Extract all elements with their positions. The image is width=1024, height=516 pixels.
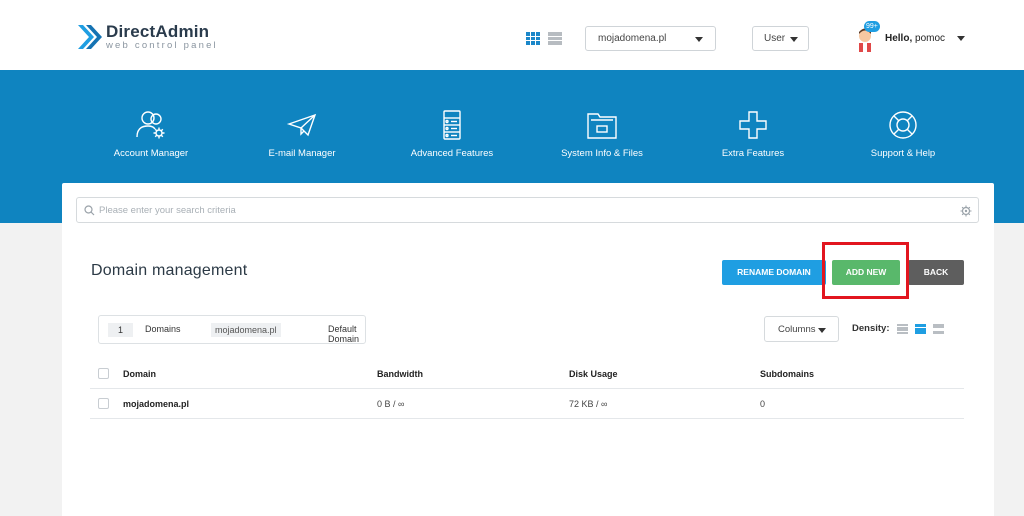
chevron-down-icon: [695, 37, 703, 42]
domain-summary: 1 Domains mojadomena.pl Default Domain: [98, 315, 366, 344]
row-checkbox[interactable]: [98, 398, 109, 409]
domains-table: Domain Bandwidth Disk Usage Subdomains m…: [90, 359, 964, 419]
notification-badge[interactable]: 99+: [864, 21, 880, 32]
back-button[interactable]: BACK: [908, 260, 964, 285]
username: pomoc: [915, 32, 946, 44]
chevron-down-icon: [957, 36, 966, 41]
domain-select-value: mojadomena.pl: [598, 33, 667, 44]
nav-account-manager[interactable]: Account Manager: [76, 110, 226, 159]
logo[interactable]: DirectAdmin web control panel: [76, 22, 218, 52]
density-options: [897, 324, 944, 334]
main-card: Please enter your search criteria Domain…: [62, 183, 994, 516]
nav-label: Account Manager: [113, 148, 189, 159]
highlight-box: [822, 242, 909, 299]
subdomains-value: 0: [760, 399, 766, 409]
domain-link[interactable]: mojadomena.pl: [123, 399, 189, 409]
search-input[interactable]: Please enter your search criteria: [76, 197, 979, 223]
view-switcher: [526, 32, 562, 45]
column-header-domain[interactable]: Domain: [123, 369, 156, 379]
domain-select[interactable]: mojadomena.pl: [585, 26, 716, 51]
nav-extra-features[interactable]: Extra Features: [678, 110, 828, 159]
columns-dropdown[interactable]: Columns: [764, 316, 839, 342]
default-domain-label: Default Domain: [328, 324, 360, 344]
page-title: Domain management: [91, 262, 248, 279]
nav-label: Extra Features: [721, 148, 785, 159]
grid-view-icon[interactable]: [526, 32, 540, 45]
lifebuoy-icon: [889, 111, 917, 139]
nav-label: Advanced Features: [410, 148, 494, 159]
rename-domain-button[interactable]: RENAME DOMAIN: [722, 260, 826, 285]
nav-email-manager[interactable]: E-mail Manager: [227, 110, 377, 159]
domains-label: Domains: [145, 324, 181, 334]
nav-system-info-files[interactable]: System Info & Files: [527, 110, 677, 159]
nav-advanced-features[interactable]: Advanced Features: [377, 110, 527, 159]
greeting: Hello, pomoc: [885, 32, 946, 44]
user-menu[interactable]: 99+ Hello, pomoc: [854, 21, 966, 52]
gear-icon[interactable]: [960, 205, 972, 217]
columns-label: Columns: [778, 324, 816, 335]
disk-usage-value: 72 KB / ∞: [569, 399, 608, 409]
bandwidth-value: 0 B / ∞: [377, 399, 405, 409]
nav-support-help[interactable]: Support & Help: [828, 110, 978, 159]
column-header-bandwidth[interactable]: Bandwidth: [377, 369, 423, 379]
logo-subtitle: web control panel: [106, 40, 218, 51]
plus-icon: [739, 111, 767, 139]
folder-icon: [587, 113, 617, 139]
account-manager-icon: [136, 111, 165, 139]
paper-plane-icon: [286, 113, 317, 137]
server-icon: [443, 110, 461, 140]
nav-label: Support & Help: [870, 148, 936, 159]
select-all-checkbox[interactable]: [98, 368, 109, 379]
domain-count: 1: [108, 323, 133, 337]
avatar: 99+: [854, 21, 880, 52]
density-compact-icon[interactable]: [897, 324, 908, 334]
chevron-down-icon: [790, 37, 798, 42]
density-label: Density:: [852, 323, 890, 334]
nav-label: E-mail Manager: [268, 148, 336, 159]
role-select-value: User: [764, 33, 786, 44]
top-bar: DirectAdmin web control panel mojadomena…: [0, 0, 1024, 70]
nav-label: System Info & Files: [561, 148, 643, 159]
table-row: mojadomena.pl 0 B / ∞ 72 KB / ∞ 0: [90, 389, 964, 419]
column-header-subdomains[interactable]: Subdomains: [760, 369, 814, 379]
role-select[interactable]: User: [752, 26, 809, 51]
logo-brand: DirectAdmin: [106, 22, 210, 41]
density-comfortable-icon[interactable]: [933, 324, 944, 334]
chevron-down-icon: [818, 328, 826, 333]
table-header-row: Domain Bandwidth Disk Usage Subdomains: [90, 359, 964, 389]
logo-icon: [78, 25, 102, 49]
default-domain-name: mojadomena.pl: [211, 323, 281, 337]
column-header-disk-usage[interactable]: Disk Usage: [569, 369, 618, 379]
search-placeholder: Please enter your search criteria: [99, 205, 236, 216]
density-normal-icon[interactable]: [915, 324, 926, 334]
search-icon: [84, 205, 95, 216]
list-view-icon[interactable]: [548, 32, 562, 45]
